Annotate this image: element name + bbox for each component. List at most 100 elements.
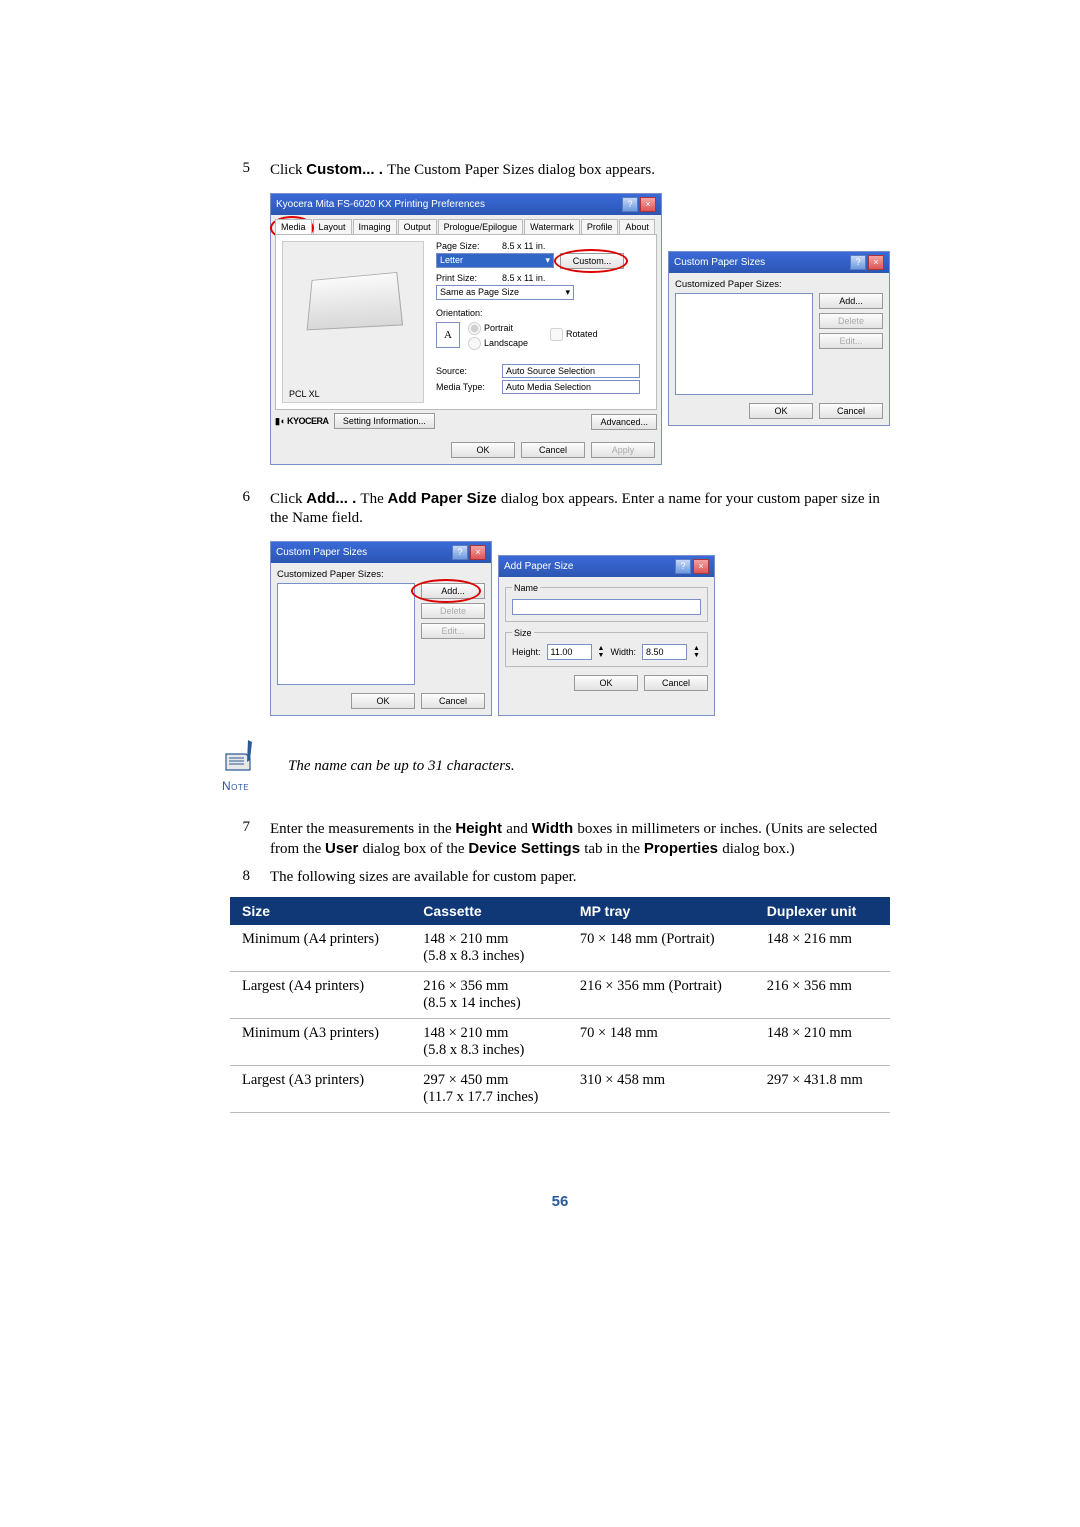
help-button[interactable]: ? xyxy=(675,559,691,574)
ok-button[interactable]: OK xyxy=(351,693,415,709)
dialog-title: Add Paper Size xyxy=(504,561,574,572)
custom-sizes-label: Customized Paper Sizes: xyxy=(675,279,883,290)
close-icon[interactable]: × xyxy=(868,255,884,270)
custom-sizes-list[interactable] xyxy=(277,583,415,685)
dialog-title: Kyocera Mita FS-6020 KX Printing Prefere… xyxy=(276,199,485,210)
step-number: 8 xyxy=(230,868,250,888)
page-size-label: Page Size: xyxy=(436,241,496,251)
step-5: 5 Click Custom... . The Custom Paper Siz… xyxy=(230,160,890,181)
close-icon[interactable]: × xyxy=(640,197,656,212)
cancel-button[interactable]: Cancel xyxy=(819,403,883,419)
printer-icon xyxy=(307,271,404,329)
size-group-label: Size xyxy=(512,628,534,638)
page-number: 56 xyxy=(230,1193,890,1210)
cancel-button[interactable]: Cancel xyxy=(521,442,585,458)
media-type-select[interactable]: Auto Media Selection xyxy=(502,380,640,394)
rotated-checkbox[interactable]: Rotated xyxy=(550,328,598,341)
tab-imaging[interactable]: Imaging xyxy=(353,219,397,234)
ok-button[interactable]: OK xyxy=(451,442,515,458)
note-icon xyxy=(222,740,266,781)
help-button[interactable]: ? xyxy=(452,545,468,560)
step-text: Click Add... . The Add Paper Size dialog… xyxy=(270,489,890,529)
highlight-add-button xyxy=(411,579,481,603)
tab-output[interactable]: Output xyxy=(398,219,437,234)
note-block: Note The name can be up to 31 characters… xyxy=(222,740,890,793)
landscape-radio[interactable]: Landscape xyxy=(468,337,528,350)
custom-paper-sizes-dialog: Custom Paper Sizes ? × Customized Paper … xyxy=(270,541,492,716)
close-icon[interactable]: × xyxy=(470,545,486,560)
step-number: 6 xyxy=(230,489,250,529)
name-input[interactable] xyxy=(512,599,701,615)
dialog-titlebar: Add Paper Size ? × xyxy=(499,556,714,577)
dialog-titlebar: Kyocera Mita FS-6020 KX Printing Prefere… xyxy=(271,194,661,215)
edit-button[interactable]: Edit... xyxy=(421,623,485,639)
advanced-button[interactable]: Advanced... xyxy=(591,414,657,430)
page-size-dim: 8.5 x 11 in. xyxy=(502,241,545,251)
height-input[interactable]: 11.00 xyxy=(547,644,592,660)
printing-preferences-dialog: Kyocera Mita FS-6020 KX Printing Prefere… xyxy=(270,193,662,465)
highlight-custom-button xyxy=(554,249,628,273)
orientation-label: Orientation: xyxy=(436,308,650,318)
apply-button[interactable]: Apply xyxy=(591,442,655,458)
custom-sizes-list[interactable] xyxy=(675,293,813,395)
table-row: Minimum (A3 printers) 148 × 210 mm(5.8 x… xyxy=(230,1019,890,1066)
tab-profile[interactable]: Profile xyxy=(581,219,619,234)
media-type-label: Media Type: xyxy=(436,382,496,392)
dialog-title: Custom Paper Sizes xyxy=(674,257,765,268)
note-label: Note xyxy=(222,779,266,793)
step-number: 5 xyxy=(230,160,250,181)
th-duplexer: Duplexer unit xyxy=(755,897,890,925)
paper-size-table: Size Cassette MP tray Duplexer unit Mini… xyxy=(230,897,890,1113)
source-select[interactable]: Auto Source Selection xyxy=(502,364,640,378)
screenshot-printing-preferences-and-custom-sizes: Kyocera Mita FS-6020 KX Printing Prefere… xyxy=(270,193,890,465)
table-row: Minimum (A4 printers) 148 × 210 mm(5.8 x… xyxy=(230,925,890,972)
preview-label: PCL XL xyxy=(283,389,423,402)
delete-button[interactable]: Delete xyxy=(421,603,485,619)
source-label: Source: xyxy=(436,366,496,376)
delete-button[interactable]: Delete xyxy=(819,313,883,329)
tab-layout[interactable]: Layout xyxy=(313,219,352,234)
cancel-button[interactable]: Cancel xyxy=(644,675,708,691)
step-7: 7 Enter the measurements in the Height a… xyxy=(230,819,890,860)
th-size: Size xyxy=(230,897,411,925)
print-size-dim: 8.5 x 11 in. xyxy=(502,273,545,283)
th-mptray: MP tray xyxy=(568,897,755,925)
table-header-row: Size Cassette MP tray Duplexer unit xyxy=(230,897,890,925)
dialog-titlebar: Custom Paper Sizes ? × xyxy=(271,542,491,563)
name-group-label: Name xyxy=(512,583,540,593)
print-size-select[interactable]: Same as Page Size▾ xyxy=(436,285,574,300)
page-size-select[interactable]: Letter▾ xyxy=(436,253,554,268)
step-text: The following sizes are available for cu… xyxy=(270,868,890,888)
table-row: Largest (A3 printers) 297 × 450 mm(11.7 … xyxy=(230,1066,890,1113)
height-label: Height: xyxy=(512,647,541,657)
help-button[interactable]: ? xyxy=(622,197,638,212)
step-text: Enter the measurements in the Height and… xyxy=(270,819,890,860)
edit-button[interactable]: Edit... xyxy=(819,333,883,349)
tab-media[interactable]: Media xyxy=(275,219,312,234)
step-6: 6 Click Add... . The Add Paper Size dial… xyxy=(230,489,890,529)
dialog-titlebar: Custom Paper Sizes ? × xyxy=(669,252,889,273)
close-icon[interactable]: × xyxy=(693,559,709,574)
custom-sizes-label: Customized Paper Sizes: xyxy=(277,569,485,580)
custom-paper-sizes-dialog: Custom Paper Sizes ? × Customized Paper … xyxy=(668,251,890,426)
note-text: The name can be up to 31 characters. xyxy=(288,758,515,775)
add-button[interactable]: Add... xyxy=(819,293,883,309)
setting-info-button[interactable]: Setting Information... xyxy=(334,413,435,429)
tab-about[interactable]: About xyxy=(619,219,655,234)
cancel-button[interactable]: Cancel xyxy=(421,693,485,709)
ok-button[interactable]: OK xyxy=(574,675,638,691)
chevron-down-icon: ▾ xyxy=(545,255,550,266)
portrait-radio[interactable]: Portrait xyxy=(468,322,513,335)
help-button[interactable]: ? xyxy=(850,255,866,270)
width-label: Width: xyxy=(610,647,636,657)
tab-strip: Media Layout Imaging Output Prologue/Epi… xyxy=(275,219,657,234)
step-number: 7 xyxy=(230,819,250,860)
tab-prologue[interactable]: Prologue/Epilogue xyxy=(438,219,524,234)
tab-watermark[interactable]: Watermark xyxy=(524,219,580,234)
th-cassette: Cassette xyxy=(411,897,568,925)
step-8: 8 The following sizes are available for … xyxy=(230,868,890,888)
chevron-down-icon: ▾ xyxy=(565,287,570,298)
ok-button[interactable]: OK xyxy=(749,403,813,419)
preview-panel: PCL XL xyxy=(282,241,424,403)
width-input[interactable]: 8.50 xyxy=(642,644,687,660)
